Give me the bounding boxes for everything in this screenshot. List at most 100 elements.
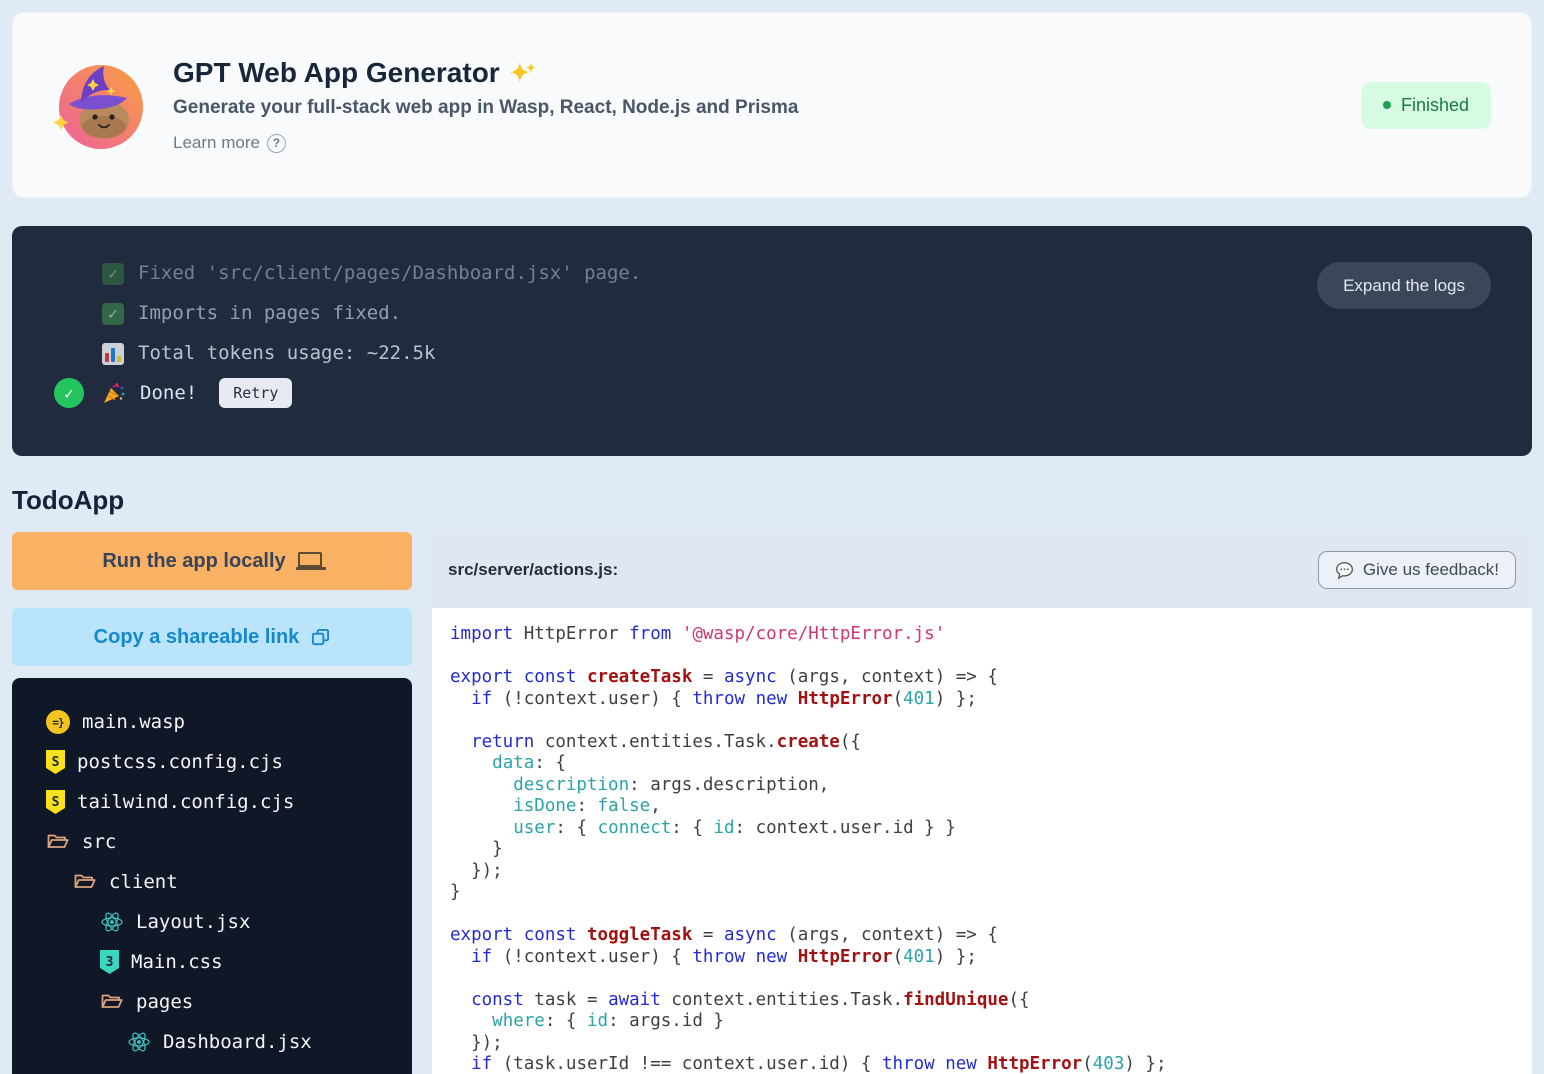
file-name: tailwind.config.cjs xyxy=(77,791,294,813)
file-name: postcss.config.cjs xyxy=(77,751,283,773)
log-text: Imports in pages fixed. xyxy=(138,302,401,324)
wasp-mascot-avatar xyxy=(53,57,149,153)
code-body: import HttpError from '@wasp/core/HttpEr… xyxy=(432,608,1532,1074)
file-tree-item[interactable]: 3 Main.css xyxy=(12,942,412,982)
file-name: pages xyxy=(136,991,193,1013)
run-app-button-label: Run the app locally xyxy=(102,550,285,573)
header-text: GPT Web App Generator ✦✦ Generate your f… xyxy=(173,57,1361,153)
code-line: description: args.description, xyxy=(450,775,1532,797)
feedback-button[interactable]: Give us feedback! xyxy=(1318,551,1516,589)
app-root: { "colors": { "page_bg": "#e0eaf4", "car… xyxy=(0,0,1544,1074)
log-row: Total tokens usage: ~22.5k xyxy=(12,333,1532,373)
file-tree-item[interactable]: =} main.wasp xyxy=(12,702,412,742)
copy-icon xyxy=(311,628,330,647)
file-name: Layout.jsx xyxy=(136,911,250,933)
learn-more-label: Learn more xyxy=(173,133,260,153)
react-icon xyxy=(100,910,124,934)
js-icon: S xyxy=(46,750,65,774)
page-title-text: GPT Web App Generator xyxy=(173,57,500,89)
learn-more-link[interactable]: Learn more ? xyxy=(173,133,286,153)
run-app-button[interactable]: Run the app locally xyxy=(12,532,412,590)
code-line: return context.entities.Task.create({ xyxy=(450,732,1532,754)
file-tree-item[interactable]: Dashboard.jsx xyxy=(12,1022,412,1062)
file-tree-item[interactable]: src xyxy=(12,822,412,862)
file-name: main.wasp xyxy=(82,711,185,733)
code-line xyxy=(450,646,1532,668)
code-line: if (task.userId !== context.user.id) { t… xyxy=(450,1054,1532,1074)
code-line: export const createTask = async (args, c… xyxy=(450,667,1532,689)
file-name: Dashboard.jsx xyxy=(163,1031,312,1053)
code-line: }); xyxy=(450,861,1532,883)
file-tree-panel: =}main.waspSpostcss.config.cjsStailwind.… xyxy=(12,678,412,1074)
copy-share-link-button[interactable]: Copy a shareable link xyxy=(12,608,412,666)
page-title: GPT Web App Generator ✦✦ xyxy=(173,57,1361,89)
file-name: client xyxy=(109,871,178,893)
status-dot-icon xyxy=(1383,101,1391,109)
code-line: if (!context.user) { throw new HttpError… xyxy=(450,947,1532,969)
log-text: Done! xyxy=(140,382,197,404)
code-line xyxy=(450,710,1532,732)
question-circle-icon: ? xyxy=(267,134,286,153)
file-name: src xyxy=(82,831,116,853)
retry-button[interactable]: Retry xyxy=(219,378,292,408)
code-line: import HttpError from '@wasp/core/HttpEr… xyxy=(450,624,1532,646)
header-card: GPT Web App Generator ✦✦ Generate your f… xyxy=(12,12,1532,198)
check-square-icon: ✓ xyxy=(102,263,124,285)
code-line: data: { xyxy=(450,753,1532,775)
status-badge: Finished xyxy=(1361,82,1491,129)
code-line: } xyxy=(450,882,1532,904)
status-slot xyxy=(54,298,84,328)
js-icon: S xyxy=(46,790,65,814)
log-rows: ✓ Fixed 'src/client/pages/Dashboard.jsx' … xyxy=(12,253,1532,413)
success-check-icon: ✓ xyxy=(54,378,84,408)
laptop-icon xyxy=(298,552,322,567)
file-tree-item[interactable]: Spostcss.config.cjs xyxy=(12,742,412,782)
code-line xyxy=(450,904,1532,926)
sidebar: Run the app locally Copy a shareable lin… xyxy=(12,532,412,1074)
code-line: user: { connect: { id: context.user.id }… xyxy=(450,818,1532,840)
react-icon xyxy=(127,1030,151,1054)
expand-logs-button[interactable]: Expand the logs xyxy=(1317,262,1491,309)
file-tree-item[interactable]: client xyxy=(12,862,412,902)
code-block: import HttpError from '@wasp/core/HttpEr… xyxy=(450,624,1532,1074)
status-badge-label: Finished xyxy=(1401,95,1469,116)
copy-share-link-label: Copy a shareable link xyxy=(94,626,300,649)
folder-icon xyxy=(46,830,70,854)
content: Run the app locally Copy a shareable lin… xyxy=(12,532,1532,1074)
project-name-heading: TodoApp xyxy=(12,486,1532,514)
status-slot xyxy=(54,338,84,368)
log-row: ✓ Done! Retry xyxy=(12,373,1532,413)
folder-icon xyxy=(73,870,97,894)
file-name: Main.css xyxy=(131,951,223,973)
check-square-icon: ✓ xyxy=(102,303,124,325)
file-tree-item[interactable]: Stailwind.config.cjs xyxy=(12,782,412,822)
code-line: if (!context.user) { throw new HttpError… xyxy=(450,689,1532,711)
code-line: const task = await context.entities.Task… xyxy=(450,990,1532,1012)
file-tree-item[interactable]: Layout.jsx xyxy=(12,902,412,942)
status-slot xyxy=(54,258,84,288)
code-line: where: { id: args.id } xyxy=(450,1011,1532,1033)
css-icon: 3 xyxy=(100,950,119,974)
party-popper-icon xyxy=(102,381,126,405)
file-tree: =}main.waspSpostcss.config.cjsStailwind.… xyxy=(12,702,412,1062)
log-text: Total tokens usage: ~22.5k xyxy=(138,342,435,364)
code-line: export const toggleTask = async (args, c… xyxy=(450,925,1532,947)
sparkles-icon: ✦✦ xyxy=(510,59,540,88)
code-line: } xyxy=(450,839,1532,861)
code-line xyxy=(450,968,1532,990)
bar-chart-icon xyxy=(102,343,124,365)
log-text: Fixed 'src/client/pages/Dashboard.jsx' p… xyxy=(138,262,641,284)
log-row: ✓ Imports in pages fixed. xyxy=(12,293,1532,333)
log-row: ✓ Fixed 'src/client/pages/Dashboard.jsx' … xyxy=(12,253,1532,293)
file-tree-item[interactable]: pages xyxy=(12,982,412,1022)
code-filename: src/server/actions.js: xyxy=(448,560,618,580)
wasp-icon: =} xyxy=(46,710,70,734)
speech-bubble-icon xyxy=(1335,561,1354,580)
feedback-button-label: Give us feedback! xyxy=(1363,560,1499,580)
log-panel: ✓ Fixed 'src/client/pages/Dashboard.jsx' … xyxy=(12,226,1532,456)
code-line: isDone: false, xyxy=(450,796,1532,818)
folder-icon xyxy=(100,990,124,1014)
page-subtitle: Generate your full-stack web app in Wasp… xyxy=(173,97,1361,119)
code-line: }); xyxy=(450,1033,1532,1055)
code-panel-header: src/server/actions.js: Give us feedback! xyxy=(432,532,1532,608)
